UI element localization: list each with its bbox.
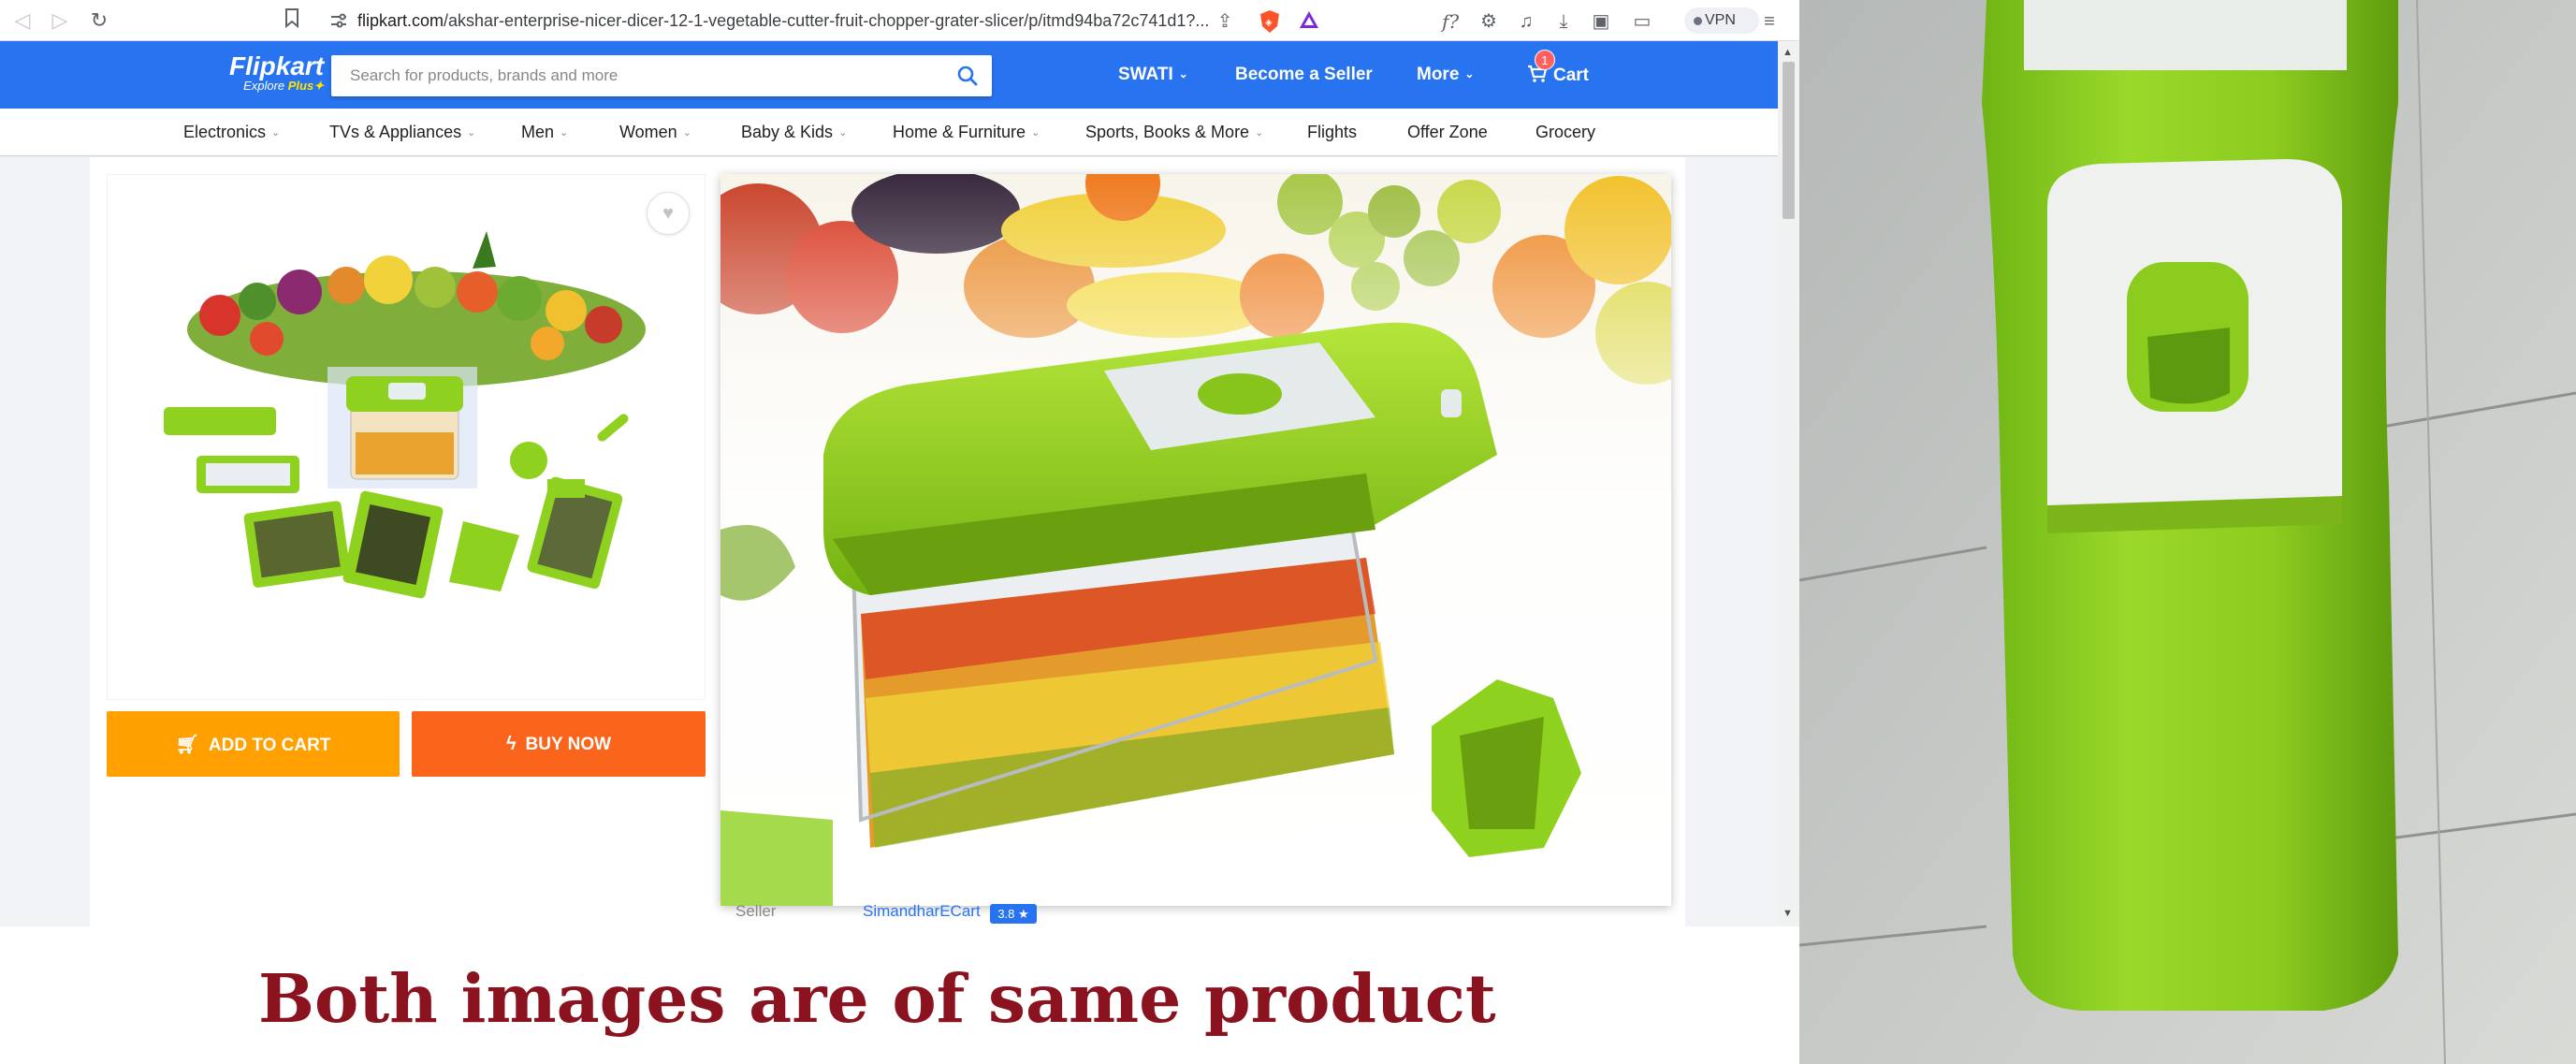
product-thumbnail-image[interactable] <box>108 175 706 701</box>
chevron-down-icon: ⌄ <box>560 127 569 138</box>
category-item[interactable]: Grocery <box>1535 123 1595 142</box>
category-label: Men <box>521 123 555 141</box>
product-zoom-image[interactable] <box>720 174 1671 906</box>
wallet-icon[interactable]: ▭ <box>1630 9 1654 34</box>
brave-shields-icon[interactable]: ◈ <box>1258 9 1282 34</box>
plus-star-icon: ✦ <box>313 79 325 93</box>
cart-icon: 🛒︎ <box>175 734 199 755</box>
cart-label: Cart <box>1553 66 1590 85</box>
download-icon[interactable]: ⤓ <box>1551 9 1576 34</box>
category-item[interactable]: Electronics ⌄ <box>183 123 280 142</box>
search-input[interactable] <box>348 55 928 96</box>
add-to-cart-button[interactable]: 🛒︎ ADD TO CART <box>107 711 400 777</box>
chevron-down-icon: ⌄ <box>271 127 281 138</box>
back-icon[interactable]: ◁ <box>9 7 36 34</box>
logo-explore-text: Explore <box>243 79 285 93</box>
search-icon[interactable] <box>956 65 979 87</box>
wishlist-heart-icon[interactable]: ♥ <box>647 192 690 235</box>
category-label: Baby & Kids <box>741 123 834 141</box>
account-menu[interactable]: SWATI ⌄ <box>1118 65 1188 85</box>
extensions-icon[interactable]: ⚙ <box>1477 9 1501 34</box>
site-header: Flipkart Explore Plus✦ SWATI ⌄ Become a S… <box>0 41 1778 109</box>
more-menu[interactable]: More ⌄ <box>1417 65 1474 85</box>
site-settings-icon[interactable] <box>329 12 348 34</box>
share-icon[interactable]: ⇪ <box>1213 9 1237 34</box>
seller-rating-badge: 3.8 ★ <box>990 904 1037 924</box>
category-label: Flights <box>1307 123 1358 141</box>
sidebar-icon[interactable]: ▣ <box>1589 9 1613 34</box>
category-nav: Electronics ⌄ TVs & Appliances ⌄ Men ⌄ Wome… <box>0 109 1778 155</box>
category-label: Home & Furniture <box>893 123 1026 141</box>
scroll-up-icon[interactable]: ▲ <box>1783 47 1793 58</box>
bookmark-icon[interactable] <box>279 7 305 34</box>
comparison-caption: Both images are of same product <box>258 959 1496 1038</box>
category-item[interactable]: Men ⌄ <box>521 123 568 142</box>
browser-window: ◁ ▷ ↻ flipkart.com/akshar-enterprise-nic… <box>0 0 1799 926</box>
account-label: SWATI <box>1118 65 1173 84</box>
buy-now-label: BUY NOW <box>525 734 612 754</box>
category-item[interactable]: Women ⌄ <box>619 123 691 142</box>
category-label: Sports, Books & More <box>1085 123 1250 141</box>
page-scrollbar[interactable]: ▲ ▼ <box>1778 41 1799 926</box>
category-label: Electronics <box>183 123 267 141</box>
seller-label: Seller <box>735 902 777 920</box>
become-seller-link[interactable]: Become a Seller <box>1235 65 1373 85</box>
chevron-down-icon: ⌄ <box>467 127 476 138</box>
menu-icon[interactable]: ≡ <box>1757 9 1782 34</box>
product-image-card: ♥ <box>107 174 706 700</box>
chevron-down-icon: ⌄ <box>682 127 691 138</box>
real-product-photo <box>1799 0 2576 1064</box>
flipkart-logo[interactable]: Flipkart Explore Plus✦ <box>229 52 324 94</box>
cart-link[interactable]: Cart <box>1527 65 1589 86</box>
lightning-icon: ϟ <box>505 733 517 754</box>
category-item[interactable]: Offer Zone <box>1407 123 1488 142</box>
forward-icon[interactable]: ▷ <box>47 7 73 34</box>
chevron-down-icon: ⌄ <box>1031 127 1041 138</box>
logo-plus-text: Plus <box>287 79 314 93</box>
media-icon[interactable]: ♫ <box>1514 9 1538 34</box>
cart-count-badge: 1 <box>1535 50 1555 70</box>
brave-rewards-icon[interactable] <box>1297 9 1321 34</box>
chevron-down-icon: ⌄ <box>1178 67 1188 80</box>
seller-name-link[interactable]: SimandharECart <box>863 902 981 921</box>
category-label: Offer Zone <box>1407 123 1488 141</box>
product-page: ♥ 🛒︎ ADD TO CART ϟ BUY NOW Seller Simand… <box>90 157 1685 926</box>
add-to-cart-label: ADD TO CART <box>208 735 331 755</box>
category-item[interactable]: Home & Furniture ⌄ <box>893 123 1040 142</box>
category-label: Women <box>619 123 677 141</box>
reload-icon[interactable]: ↻ <box>86 7 112 34</box>
chevron-down-icon: ⌄ <box>1464 67 1475 80</box>
scroll-down-icon[interactable]: ▼ <box>1783 908 1793 919</box>
chevron-down-icon: ⌄ <box>838 127 848 138</box>
url-text: flipkart.com/akshar-enterprise-nicer-dic… <box>357 11 1210 30</box>
logo-wordmark: Flipkart <box>229 51 325 80</box>
chevron-down-icon: ⌄ <box>1255 127 1264 138</box>
scroll-thumb[interactable] <box>1783 62 1795 219</box>
category-item[interactable]: Baby & Kids ⌄ <box>741 123 847 142</box>
vpn-button[interactable]: VPN <box>1684 7 1759 34</box>
category-item[interactable]: TVs & Appliances ⌄ <box>329 123 475 142</box>
category-item[interactable]: Sports, Books & More ⌄ <box>1085 123 1263 142</box>
logo-subtitle: Explore Plus✦ <box>229 79 324 94</box>
category-item[interactable]: Flights <box>1307 123 1357 142</box>
font-extension-icon[interactable]: f? <box>1438 9 1463 34</box>
svg-text:◈: ◈ <box>1265 18 1273 28</box>
buy-now-button[interactable]: ϟ BUY NOW <box>412 711 706 777</box>
browser-toolbar: ◁ ▷ ↻ flipkart.com/akshar-enterprise-nic… <box>0 0 1799 41</box>
search-box <box>331 55 992 96</box>
category-label: Grocery <box>1535 123 1596 141</box>
more-label: More <box>1417 65 1460 84</box>
category-label: TVs & Appliances <box>329 123 462 141</box>
address-bar[interactable]: flipkart.com/akshar-enterprise-nicer-dic… <box>318 4 1329 37</box>
